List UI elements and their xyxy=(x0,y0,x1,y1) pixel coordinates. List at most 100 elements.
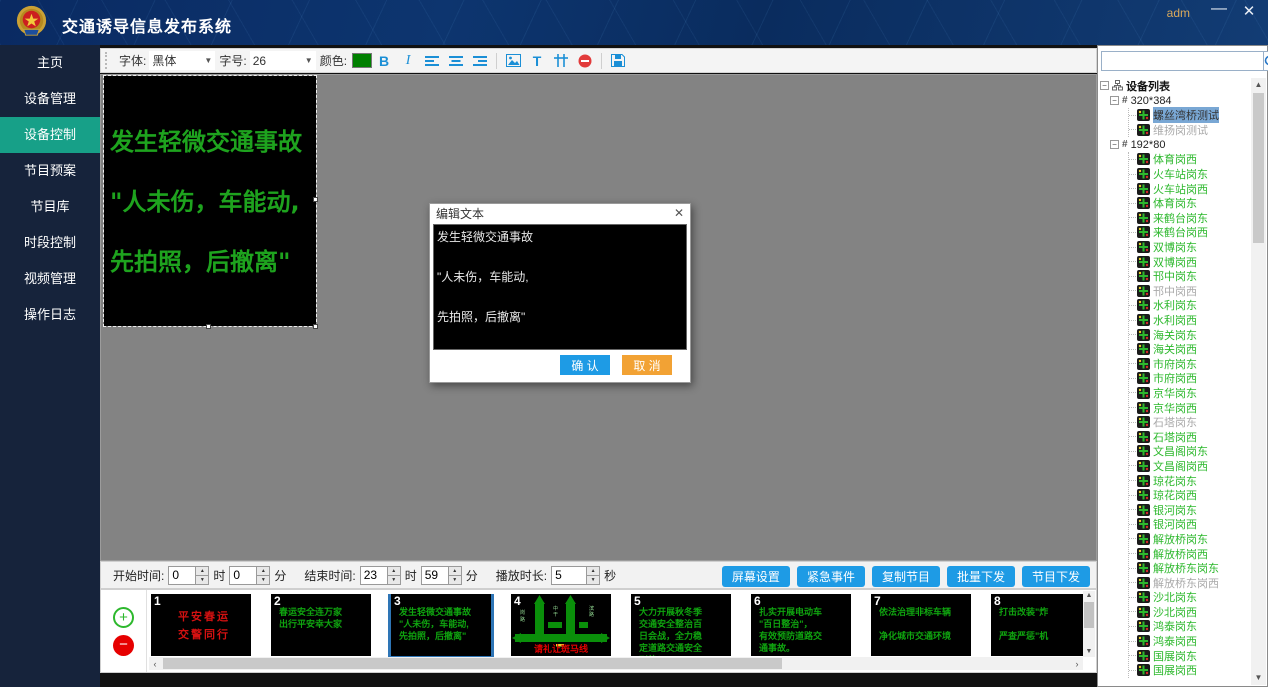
close-icon[interactable]: ✕ xyxy=(674,206,684,220)
action-button[interactable]: 复制节目 xyxy=(872,566,940,587)
start-min-input[interactable] xyxy=(230,567,256,584)
sidebar-item[interactable]: 节目库 xyxy=(0,189,100,225)
action-button[interactable]: 批量下发 xyxy=(947,566,1015,587)
device-item[interactable]: 鸿泰岗西 xyxy=(1129,634,1250,649)
device-item[interactable]: 火车站岗西 xyxy=(1129,181,1250,196)
spinner-arrows[interactable]: ▲▼ xyxy=(586,567,599,584)
end-hour-stepper[interactable]: ▲▼ xyxy=(360,566,401,585)
forbid-icon[interactable] xyxy=(574,51,596,71)
program-thumbnail[interactable]: 5 大力开展秋冬季 交通安全整治百 日会战，全力稳 定道路交通安全 形势！ xyxy=(631,594,731,656)
scrollbar-track[interactable] xyxy=(161,657,1071,670)
tree-root[interactable]: − 设备列表 xyxy=(1098,78,1250,93)
tree-group-header[interactable]: − # 192*80 xyxy=(1108,137,1250,152)
resize-handle-corner[interactable] xyxy=(313,324,318,329)
scroll-down-icon[interactable]: ▼ xyxy=(1083,647,1095,657)
collapse-icon[interactable]: − xyxy=(1110,96,1119,105)
action-button[interactable]: 紧急事件 xyxy=(797,566,865,587)
user-name[interactable]: adm xyxy=(1167,6,1190,20)
remove-program-button[interactable]: − xyxy=(113,635,134,656)
end-min-input[interactable] xyxy=(422,567,448,584)
device-item[interactable]: 解放桥东岗西 xyxy=(1129,575,1250,590)
program-thumbnail[interactable]: 1 平安春运 交警同行 xyxy=(151,594,251,656)
edit-textarea[interactable]: 发生轻微交通事故 "人未伤，车能动, 先拍照，后撤离" xyxy=(433,224,687,350)
device-item[interactable]: 海关岗东 xyxy=(1129,327,1250,342)
program-thumbnail[interactable]: 3 发生轻微交通事故 "人未伤，车能动, 先拍照，后撤离" xyxy=(391,594,491,656)
sidebar-item[interactable]: 视频管理 xyxy=(0,261,100,297)
align-left-icon[interactable] xyxy=(421,51,443,71)
device-item[interactable]: 银河岗西 xyxy=(1129,517,1250,532)
cancel-button[interactable]: 取 消 xyxy=(622,355,672,375)
bold-button[interactable]: B xyxy=(373,51,395,71)
scrollbar-thumb[interactable] xyxy=(1084,602,1094,628)
device-item[interactable]: 邗中岗东 xyxy=(1129,269,1250,284)
device-item[interactable]: 海关岗西 xyxy=(1129,342,1250,357)
sidebar-item[interactable]: 操作日志 xyxy=(0,297,100,333)
search-button[interactable] xyxy=(1264,51,1268,71)
size-select[interactable]: 26 ▼ xyxy=(250,51,316,70)
device-item[interactable]: 石塔岗东 xyxy=(1129,415,1250,430)
device-item[interactable]: 市府岗西 xyxy=(1129,371,1250,386)
program-thumbnail[interactable]: 6 扎实开展电动车 "百日整治"， 有效预防道路交 通事故。 xyxy=(751,594,851,656)
save-icon[interactable] xyxy=(607,51,629,71)
color-swatch[interactable] xyxy=(352,53,372,68)
scroll-down-icon[interactable]: ▼ xyxy=(1251,671,1266,685)
sidebar-item[interactable]: 设备控制 xyxy=(0,117,100,153)
device-item[interactable]: 水利岗东 xyxy=(1129,298,1250,313)
device-item[interactable]: 琼花岗西 xyxy=(1129,488,1250,503)
device-item[interactable]: 市府岗东 xyxy=(1129,357,1250,372)
resize-handle-right[interactable] xyxy=(313,197,318,202)
device-item[interactable]: 石塔岗西 xyxy=(1129,429,1250,444)
action-button[interactable]: 屏幕设置 xyxy=(722,566,790,587)
device-item[interactable]: 双博岗东 xyxy=(1129,240,1250,255)
spinner-arrows[interactable]: ▲▼ xyxy=(448,567,461,584)
device-item[interactable]: 琼花岗东 xyxy=(1129,473,1250,488)
program-thumbnail[interactable]: 8 打击改装"炸 严查严惩"机 xyxy=(991,594,1083,656)
device-item[interactable]: 体育岗西 xyxy=(1129,152,1250,167)
playlist-vertical-scrollbar[interactable]: ▲ ▼ xyxy=(1083,591,1095,657)
minimize-button[interactable]: — xyxy=(1208,0,1230,18)
end-hour-input[interactable] xyxy=(361,567,387,584)
scrollbar-thumb[interactable] xyxy=(163,658,782,669)
led-grid-icon[interactable] xyxy=(550,51,572,71)
sidebar-item[interactable]: 主页 xyxy=(0,45,100,81)
device-item[interactable]: 来鹤台岗东 xyxy=(1129,211,1250,226)
program-thumbnail[interactable]: 7 依法治理非标车辆 净化城市交通环境 xyxy=(871,594,971,656)
resize-handle-bottom[interactable] xyxy=(206,324,211,329)
device-item[interactable]: 来鹤台岗西 xyxy=(1129,225,1250,240)
scroll-up-icon[interactable]: ▲ xyxy=(1251,78,1266,92)
duration-stepper[interactable]: ▲▼ xyxy=(551,566,600,585)
spinner-arrows[interactable]: ▲▼ xyxy=(387,567,400,584)
device-item[interactable]: 火车站岗东 xyxy=(1129,167,1250,182)
playlist-horizontal-scrollbar[interactable]: ‹ › xyxy=(149,657,1083,670)
device-item[interactable]: 解放桥东岗东 xyxy=(1129,561,1250,576)
align-right-icon[interactable] xyxy=(469,51,491,71)
scroll-right-icon[interactable]: › xyxy=(1071,659,1083,669)
device-item[interactable]: 双博岗西 xyxy=(1129,254,1250,269)
collapse-icon[interactable]: − xyxy=(1110,140,1119,149)
start-min-stepper[interactable]: ▲▼ xyxy=(229,566,270,585)
action-button[interactable]: 节目下发 xyxy=(1022,566,1090,587)
start-hour-input[interactable] xyxy=(169,567,195,584)
end-min-stepper[interactable]: ▲▼ xyxy=(421,566,462,585)
device-item[interactable]: 解放桥岗东 xyxy=(1129,532,1250,547)
device-item[interactable]: 文昌阁岗东 xyxy=(1129,444,1250,459)
device-item[interactable]: 维扬岗测试 xyxy=(1129,123,1250,138)
close-button[interactable]: ✕ xyxy=(1238,2,1260,20)
spinner-arrows[interactable]: ▲▼ xyxy=(195,567,208,584)
confirm-button[interactable]: 确 认 xyxy=(560,355,610,375)
duration-input[interactable] xyxy=(552,567,586,584)
tree-group-header[interactable]: − # 320*384 xyxy=(1108,93,1250,108)
program-thumbnail[interactable]: 2 春运安全连万家 出行平安幸大家 xyxy=(271,594,371,656)
device-item[interactable]: 水利岗西 xyxy=(1129,313,1250,328)
font-select[interactable]: 黑体 ▼ xyxy=(149,51,215,70)
device-item[interactable]: 解放桥岗西 xyxy=(1129,546,1250,561)
device-item[interactable]: 京华岗西 xyxy=(1129,400,1250,415)
add-program-button[interactable]: + xyxy=(113,607,134,628)
device-item[interactable]: 体育岗东 xyxy=(1129,196,1250,211)
scrollbar-thumb[interactable] xyxy=(1253,93,1264,243)
device-item[interactable]: 银河岗东 xyxy=(1129,502,1250,517)
device-item[interactable]: 文昌阁岗西 xyxy=(1129,459,1250,474)
device-item[interactable]: 沙北岗东 xyxy=(1129,590,1250,605)
search-input[interactable] xyxy=(1101,51,1264,71)
spinner-arrows[interactable]: ▲▼ xyxy=(256,567,269,584)
